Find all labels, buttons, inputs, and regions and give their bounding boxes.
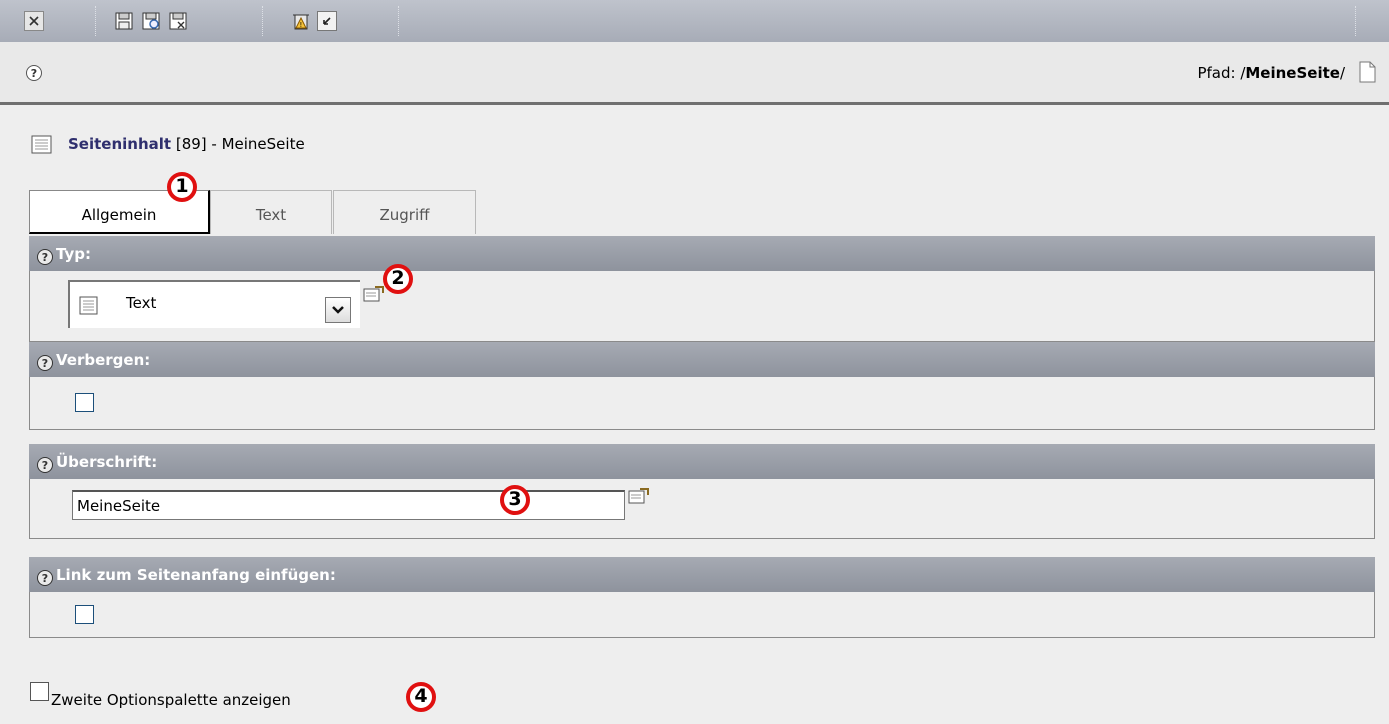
- toolbar-separator: [398, 6, 400, 36]
- annotation-marker-4: 4: [406, 682, 436, 712]
- record-title-link[interactable]: Seiteninhalt: [68, 135, 171, 153]
- help-icon[interactable]: ?: [26, 65, 42, 81]
- annotation-marker-2: 2: [383, 264, 413, 294]
- tab-label: Allgemein: [81, 206, 157, 224]
- link-top-label: Link zum Seitenanfang einfügen:: [56, 566, 336, 584]
- tab-zugriff[interactable]: Zugriff: [333, 190, 476, 234]
- record-title: Seiteninhalt [89] - MeineSeite: [68, 135, 305, 153]
- tab-label: Text: [255, 206, 287, 224]
- annotation-marker-3: 3: [500, 485, 530, 515]
- close-icon[interactable]: [24, 11, 44, 31]
- chevron-down-icon[interactable]: [325, 297, 351, 323]
- ueberschrift-section-body: MeineSeite: [29, 479, 1375, 539]
- path-label: Pfad: /: [1197, 64, 1246, 82]
- typ-section-body: Text: [29, 271, 1375, 342]
- help-icon[interactable]: ?: [37, 355, 53, 371]
- second-palette-checkbox[interactable]: [30, 682, 49, 701]
- toolbar: !: [0, 0, 1389, 42]
- path-value[interactable]: MeineSeite: [1245, 64, 1340, 82]
- ueberschrift-section-header: ? Überschrift:: [29, 444, 1375, 479]
- toolbar-separator: [1355, 6, 1357, 36]
- typ-label: Typ:: [56, 245, 91, 263]
- tab-text[interactable]: Text: [210, 190, 332, 234]
- save-icon[interactable]: [114, 11, 134, 31]
- info-bar: ? Pfad: /MeineSeite/: [0, 42, 1389, 105]
- toolbar-separator: [262, 6, 264, 36]
- verbergen-checkbox[interactable]: [75, 393, 94, 412]
- annotation-marker-1: 1: [167, 172, 197, 202]
- verbergen-section-header: ? Verbergen:: [29, 342, 1375, 377]
- link-top-section-header: ? Link zum Seitenanfang einfügen:: [29, 557, 1375, 592]
- record-title-rest: [89] - MeineSeite: [171, 135, 305, 153]
- ueberschrift-label: Überschrift:: [56, 453, 158, 471]
- text-type-icon: [79, 296, 99, 320]
- save-view-icon[interactable]: [141, 11, 161, 31]
- typ-select[interactable]: Text: [68, 280, 360, 328]
- second-palette-label[interactable]: Zweite Optionspalette anzeigen: [51, 691, 291, 709]
- link-top-checkbox[interactable]: [75, 605, 94, 624]
- verbergen-label: Verbergen:: [56, 351, 151, 369]
- toolbar-separator: [95, 6, 97, 36]
- record-type-icon: [31, 135, 53, 159]
- svg-text:!: !: [300, 21, 303, 29]
- link-top-section-body: [29, 592, 1375, 638]
- edit-wizard-icon[interactable]: [628, 487, 650, 505]
- edit-wizard-icon[interactable]: [363, 285, 385, 303]
- path-suffix: /: [1339, 64, 1345, 82]
- tab-label: Zugriff: [379, 206, 430, 224]
- page-icon[interactable]: [1357, 61, 1377, 87]
- help-icon[interactable]: ?: [37, 570, 53, 586]
- save-close-icon[interactable]: [168, 11, 188, 31]
- path-display: Pfad: /MeineSeite/: [1197, 64, 1345, 82]
- typ-section-header: ? Typ:: [29, 236, 1375, 271]
- typ-select-value: Text: [126, 294, 157, 312]
- verbergen-section-body: [29, 377, 1375, 430]
- undo-icon[interactable]: [317, 11, 337, 31]
- delete-icon[interactable]: !: [291, 11, 311, 31]
- ueberschrift-input[interactable]: MeineSeite: [72, 490, 625, 520]
- ueberschrift-input-value: MeineSeite: [77, 497, 161, 515]
- help-icon[interactable]: ?: [37, 249, 53, 265]
- help-icon[interactable]: ?: [37, 457, 53, 473]
